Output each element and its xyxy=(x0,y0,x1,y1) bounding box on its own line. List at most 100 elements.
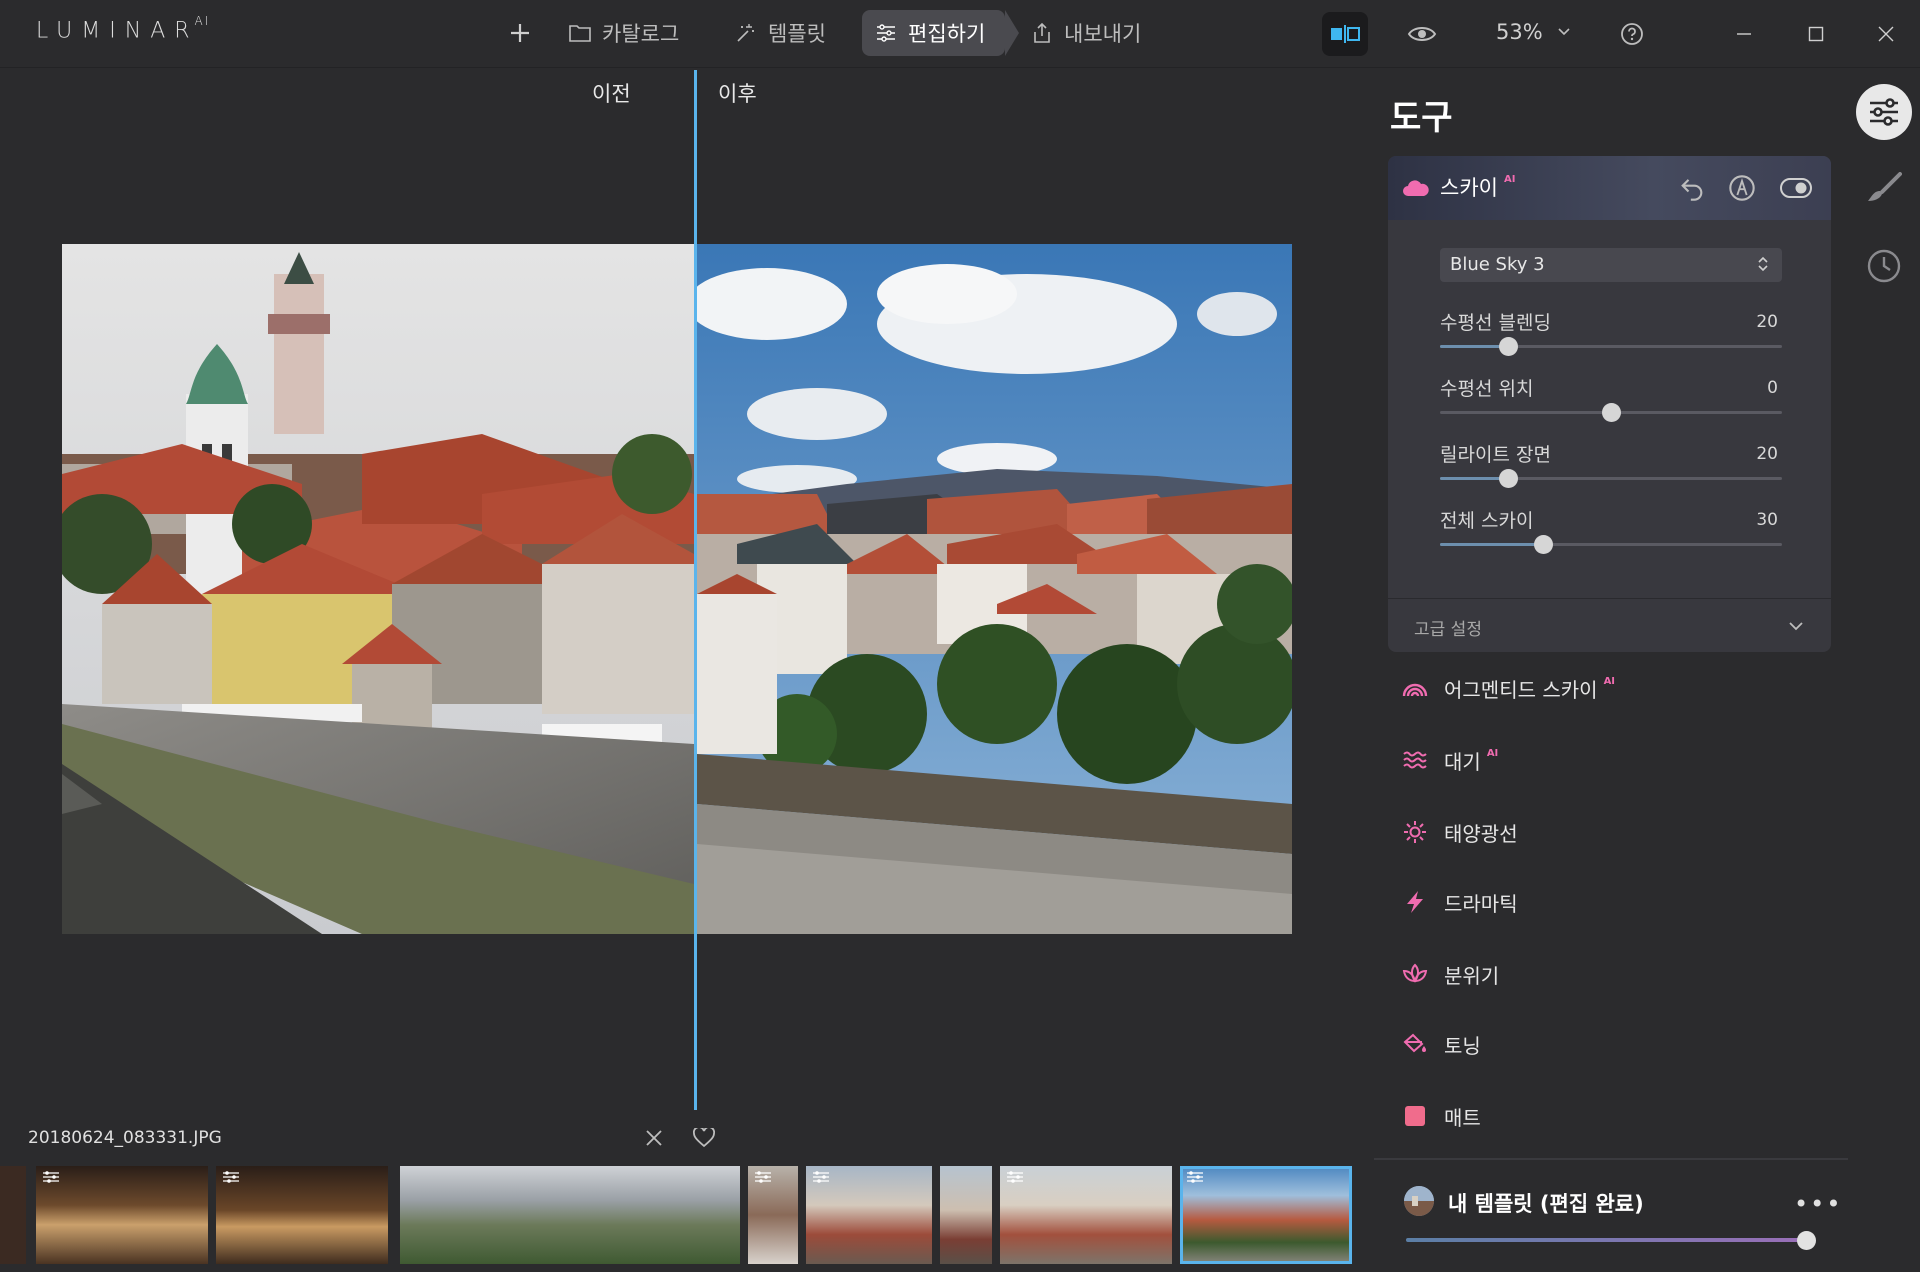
window-close-button[interactable] xyxy=(1866,14,1906,54)
filmstrip-thumbnail-selected[interactable] xyxy=(1180,1166,1352,1264)
slider-thumb[interactable] xyxy=(1533,535,1553,554)
nav-edit[interactable]: 편집하기 xyxy=(862,10,1020,56)
advanced-settings-toggle[interactable]: 고급 설정 xyxy=(1388,598,1831,652)
nav-catalog[interactable]: 카탈로그 xyxy=(556,10,691,56)
window-minimize-button[interactable] xyxy=(1724,14,1764,54)
sky-slider[interactable]: 전체 스카이 30 xyxy=(1440,506,1782,566)
toggle-visibility-icon[interactable] xyxy=(1780,176,1812,200)
tool-label: 분위기 xyxy=(1444,963,1500,988)
compare-icon xyxy=(1331,25,1360,43)
help-button[interactable] xyxy=(1616,18,1648,50)
help-icon xyxy=(1621,23,1643,45)
waves-icon xyxy=(1402,747,1428,773)
edited-mark-icon xyxy=(755,1171,771,1183)
before-after-divider-handle[interactable] xyxy=(694,70,697,1110)
nav-templates[interactable]: 템플릿 xyxy=(722,10,838,56)
paint-bucket-icon xyxy=(1402,1031,1428,1057)
rail-history-button[interactable] xyxy=(1864,246,1904,286)
sky-slider[interactable]: 수평선 블렌딩 20 xyxy=(1440,308,1782,368)
tools-panel-title: 도구 xyxy=(1390,98,1453,138)
nav-catalog-label: 카탈로그 xyxy=(602,22,680,46)
photo-before xyxy=(62,244,694,934)
sliders-icon xyxy=(877,24,895,42)
slider-label: 릴라이트 장면 xyxy=(1440,444,1551,466)
sky-selection-dropdown[interactable]: Blue Sky 3 xyxy=(1440,248,1782,282)
square-icon xyxy=(1402,1103,1428,1129)
edited-mark-icon xyxy=(1187,1171,1203,1183)
filmstrip-thumbnail[interactable] xyxy=(400,1166,740,1264)
window-maximize-button[interactable] xyxy=(1796,14,1836,54)
slider-fill xyxy=(1440,345,1509,348)
sky-tool-panel: 스카이 AI Blue Sky 3 수평선 블렌딩 20 수평선 위치 0 릴라이트 장면… xyxy=(1388,156,1831,652)
rail-brush-button[interactable] xyxy=(1864,168,1904,208)
chevron-updown-icon xyxy=(1758,256,1768,272)
filmstrip-thumbnail[interactable] xyxy=(36,1166,208,1264)
edited-mark-icon xyxy=(1007,1171,1023,1183)
slider-value: 0 xyxy=(1767,378,1778,398)
slider-thumb[interactable] xyxy=(1499,469,1519,488)
heart-icon xyxy=(693,1128,715,1148)
filmstrip-thumbnail[interactable] xyxy=(1000,1166,1172,1264)
tool-augmented-sky[interactable]: 어그멘티드 스카이 AI xyxy=(1402,668,1802,708)
favorite-button[interactable] xyxy=(690,1124,718,1152)
slider-label: 수평선 블렌딩 xyxy=(1440,312,1551,334)
chevron-down-icon xyxy=(1558,28,1570,36)
mask-brush-icon[interactable] xyxy=(1728,174,1756,202)
edited-mark-icon xyxy=(813,1171,829,1183)
slider-value: 20 xyxy=(1756,312,1778,332)
rail-tools-button[interactable] xyxy=(1856,84,1912,140)
magic-wand-icon xyxy=(737,24,754,42)
add-photos-button[interactable] xyxy=(496,10,544,56)
panel-divider xyxy=(1374,1158,1848,1160)
before-after-compare-button[interactable] xyxy=(1322,12,1368,56)
close-icon xyxy=(1878,26,1894,42)
nav-export[interactable]: 내보내기 xyxy=(1018,10,1153,56)
edited-mark-icon xyxy=(43,1171,59,1183)
before-label: 이전 xyxy=(592,82,631,106)
app-logo: LUMINARAI xyxy=(36,14,211,44)
rainbow-icon xyxy=(1402,675,1428,701)
sky-slider[interactable]: 수평선 위치 0 xyxy=(1440,374,1782,434)
slider-value: 30 xyxy=(1756,510,1778,530)
nav-templates-label: 템플릿 xyxy=(768,22,826,46)
close-icon xyxy=(646,1130,662,1146)
chevron-down-icon xyxy=(1789,622,1803,631)
filmstrip-thumbnail[interactable] xyxy=(940,1166,992,1264)
undo-icon[interactable] xyxy=(1678,174,1706,202)
template-title: 내 템플릿 (편집 완료) xyxy=(1448,1192,1644,1216)
tool-dramatic[interactable]: 드라마틱 xyxy=(1402,882,1802,922)
template-more-button[interactable]: ••• xyxy=(1794,1190,1842,1218)
tool-label: 토닝 xyxy=(1444,1033,1481,1058)
filmstrip-thumbnail[interactable] xyxy=(806,1166,932,1264)
tool-matte[interactable]: 매트 xyxy=(1402,1096,1802,1136)
tool-label: 매트 xyxy=(1444,1105,1481,1130)
tool-label: 어그멘티드 스카이 AI xyxy=(1444,675,1616,702)
nav-edit-label: 편집하기 xyxy=(908,22,986,46)
filmstrip-thumbnail[interactable] xyxy=(0,1166,26,1264)
tool-mood[interactable]: 분위기 xyxy=(1402,954,1802,994)
preview-eye-button[interactable] xyxy=(1404,16,1440,52)
slider-thumb[interactable] xyxy=(1602,403,1621,422)
sliders-icon xyxy=(1870,98,1898,126)
zoom-dropdown[interactable]: 53% xyxy=(1496,20,1571,44)
sky-slider[interactable]: 릴라이트 장면 20 xyxy=(1440,440,1782,500)
slider-fill xyxy=(1440,543,1543,546)
tool-sunrays[interactable]: 태양광선 xyxy=(1402,812,1802,852)
current-filename: 20180624_083331.JPG xyxy=(28,1128,222,1148)
photo-after xyxy=(697,244,1292,934)
tool-atmosphere[interactable]: 대기 AI xyxy=(1402,740,1802,780)
template-amount-slider-thumb[interactable] xyxy=(1797,1231,1816,1250)
template-amount-slider[interactable] xyxy=(1406,1238,1808,1242)
template-thumbnail xyxy=(1404,1186,1434,1216)
advanced-settings-label: 고급 설정 xyxy=(1414,620,1482,640)
reject-button[interactable] xyxy=(640,1124,668,1152)
tool-label: 태양광선 xyxy=(1444,821,1518,846)
sky-tool-header[interactable]: 스카이 AI xyxy=(1388,156,1831,220)
minimize-icon xyxy=(1737,33,1751,35)
tool-toning[interactable]: 토닝 xyxy=(1402,1024,1802,1064)
filmstrip-thumbnail[interactable] xyxy=(748,1166,798,1264)
filmstrip-thumbnail[interactable] xyxy=(216,1166,388,1264)
clock-icon xyxy=(1867,249,1901,283)
slider-thumb[interactable] xyxy=(1499,337,1519,356)
filmstrip xyxy=(0,1166,1360,1264)
